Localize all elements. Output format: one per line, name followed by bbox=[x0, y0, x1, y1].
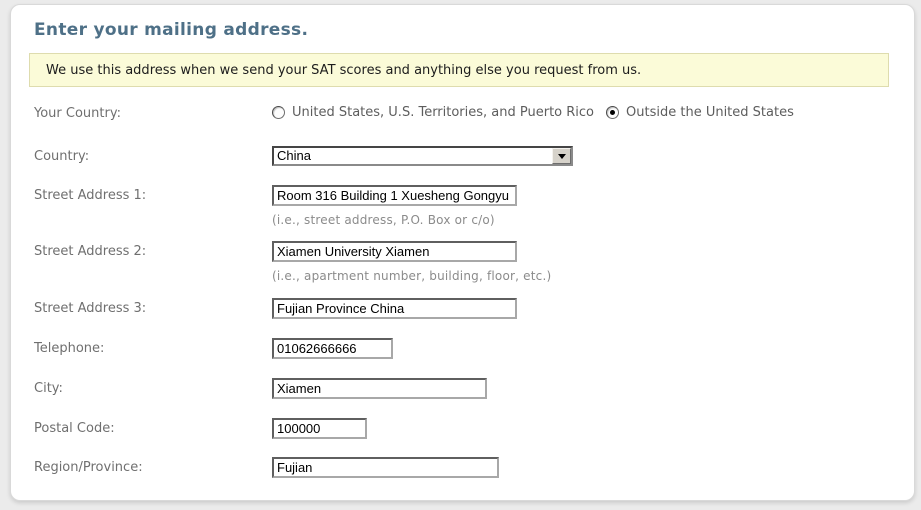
row-country: Country: China bbox=[34, 146, 914, 166]
country-label: Country: bbox=[34, 146, 272, 164]
mailing-address-panel: Enter your mailing address. We use this … bbox=[10, 4, 915, 501]
row-street-address-1: Street Address 1: (i.e., street address,… bbox=[34, 185, 914, 227]
row-your-country: Your Country: United States, U.S. Territ… bbox=[34, 103, 914, 121]
street-address-1-hint: (i.e., street address, P.O. Box or c/o) bbox=[272, 213, 517, 227]
telephone-label: Telephone: bbox=[34, 338, 272, 356]
street-address-1-input[interactable] bbox=[272, 185, 517, 206]
city-label: City: bbox=[34, 378, 272, 396]
postal-code-input[interactable] bbox=[272, 418, 367, 439]
country-select-value: China bbox=[274, 148, 552, 164]
dropdown-arrow-icon bbox=[558, 154, 566, 159]
country-choice-group: United States, U.S. Territories, and Pue… bbox=[272, 103, 794, 120]
radio-outside-us-label[interactable]: Outside the United States bbox=[626, 105, 794, 120]
street-address-1-label: Street Address 1: bbox=[34, 185, 272, 203]
row-street-address-3: Street Address 3: bbox=[34, 298, 914, 319]
street-address-2-hint: (i.e., apartment number, building, floor… bbox=[272, 269, 551, 283]
row-region-province: Region/Province: bbox=[34, 457, 914, 478]
postal-code-label: Postal Code: bbox=[34, 418, 272, 436]
radio-us-territories[interactable] bbox=[272, 106, 285, 119]
region-province-input[interactable] bbox=[272, 457, 499, 478]
row-city: City: bbox=[34, 378, 914, 399]
row-postal-code: Postal Code: bbox=[34, 418, 914, 439]
street-address-1-group: (i.e., street address, P.O. Box or c/o) bbox=[272, 185, 517, 227]
radio-us-territories-label[interactable]: United States, U.S. Territories, and Pue… bbox=[292, 105, 594, 120]
street-address-2-input[interactable] bbox=[272, 241, 517, 262]
street-address-3-input[interactable] bbox=[272, 298, 517, 319]
street-address-3-label: Street Address 3: bbox=[34, 298, 272, 316]
street-address-2-group: (i.e., apartment number, building, floor… bbox=[272, 241, 551, 283]
row-telephone: Telephone: bbox=[34, 338, 914, 359]
your-country-label: Your Country: bbox=[34, 103, 272, 121]
telephone-input[interactable] bbox=[272, 338, 393, 359]
row-street-address-2: Street Address 2: (i.e., apartment numbe… bbox=[34, 241, 914, 283]
country-select[interactable]: China bbox=[272, 146, 573, 166]
page-title: Enter your mailing address. bbox=[34, 20, 914, 40]
notice-text: We use this address when we send your SA… bbox=[46, 63, 641, 78]
radio-outside-us[interactable] bbox=[606, 106, 619, 119]
notice-banner: We use this address when we send your SA… bbox=[29, 53, 889, 87]
region-province-label: Region/Province: bbox=[34, 457, 272, 475]
street-address-2-label: Street Address 2: bbox=[34, 241, 272, 259]
country-select-button[interactable] bbox=[552, 148, 571, 164]
city-input[interactable] bbox=[272, 378, 487, 399]
